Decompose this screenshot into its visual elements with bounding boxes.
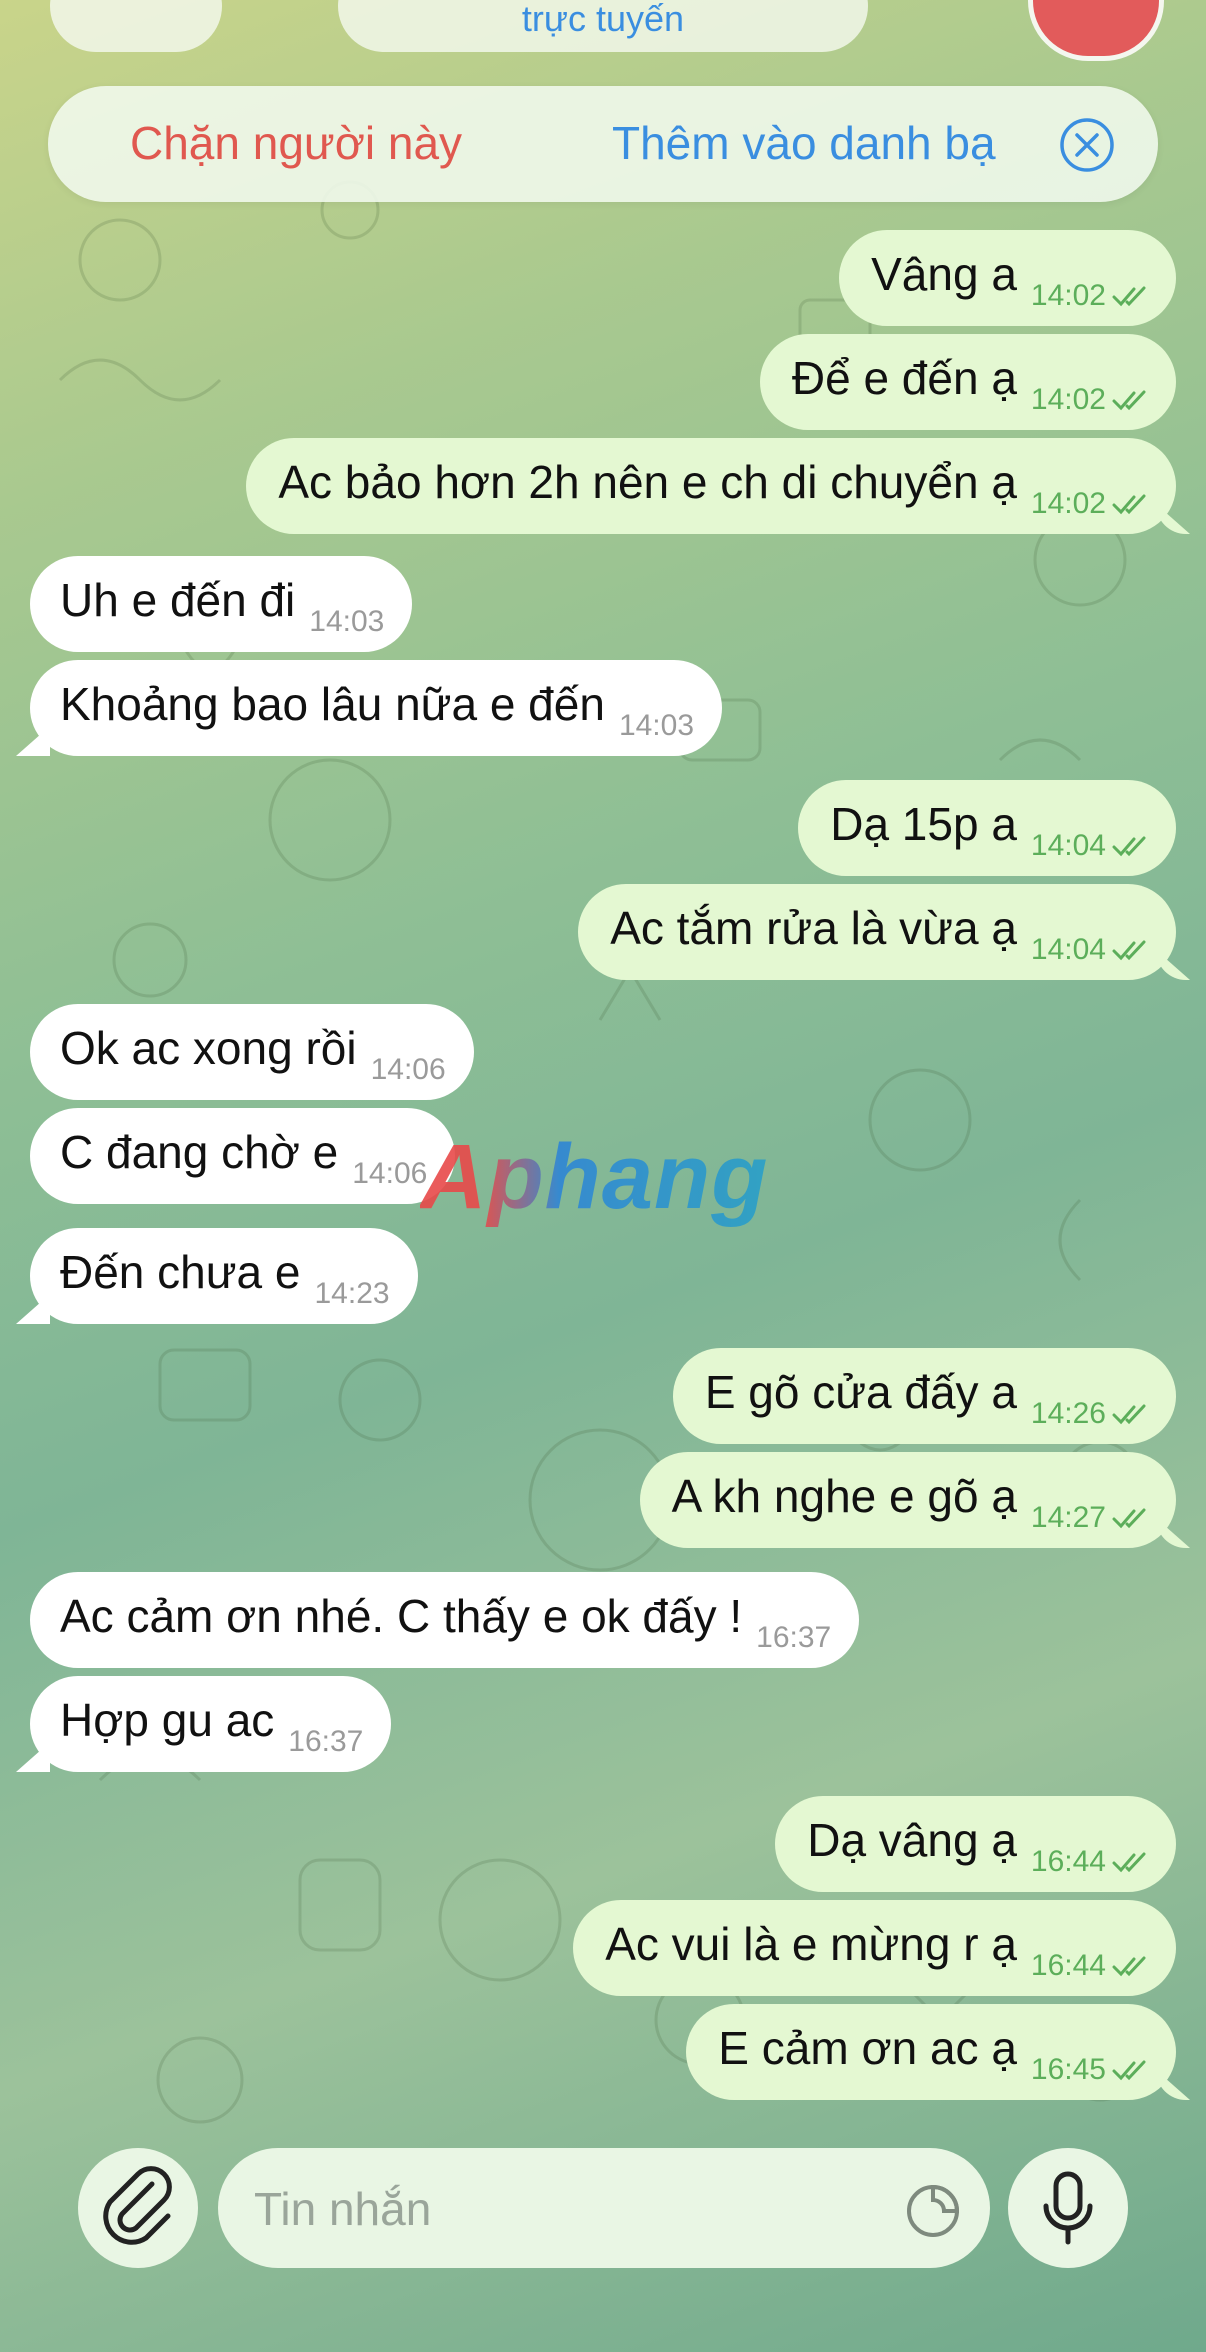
chat-title-area[interactable]: trực tuyến: [338, 0, 868, 52]
message-text: Để e đến ạ: [791, 352, 1017, 404]
message-input-placeholder: Tin nhắn: [254, 2183, 432, 2235]
incoming-message[interactable]: Khoảng bao lâu nữa e đến 14:03: [30, 660, 723, 756]
status-text: trực tuyến: [521, 0, 685, 39]
message-text: Dạ 15p a: [830, 798, 1017, 850]
outgoing-message[interactable]: Ac vui là e mừng r ạ 16:44: [573, 1900, 1176, 1996]
double-check-icon: [1112, 1404, 1146, 1425]
outgoing-message[interactable]: A kh nghe e gõ ạ 14:27: [639, 1452, 1176, 1548]
message-time: 16:45: [1030, 2053, 1106, 2086]
incoming-message[interactable]: Đến chưa e 14:23: [30, 1228, 418, 1324]
message-time: 14:03: [618, 709, 695, 742]
message-text: Ac vui là e mừng r ạ: [605, 1918, 1017, 1970]
block-user-button[interactable]: Chặn người này: [130, 116, 462, 170]
incoming-message[interactable]: Ok ac xong rồi 14:06: [30, 1004, 474, 1100]
double-check-icon: [1112, 494, 1146, 515]
double-check-icon: [1112, 1956, 1146, 1977]
paperclip-icon: [103, 2166, 172, 2245]
message-time: 14:04: [1030, 829, 1106, 862]
message-text: C đang chờ e: [60, 1126, 339, 1178]
message-text: Ok ac xong rồi: [60, 1022, 357, 1074]
incoming-message[interactable]: C đang chờ e 14:06: [30, 1108, 456, 1204]
watermark-logo: Aphang: [420, 1126, 769, 1228]
message-time: 14:02: [1030, 279, 1106, 312]
close-icon[interactable]: [1058, 116, 1116, 174]
message-text: Dạ vâng ạ: [807, 1814, 1017, 1866]
message-time: 14:27: [1030, 1501, 1106, 1534]
message-text: E gõ cửa đấy a: [704, 1366, 1017, 1418]
incoming-message[interactable]: Ac cảm ơn nhé. C thấy e ok đấy ! 16:37: [30, 1572, 860, 1668]
outgoing-message[interactable]: Dạ 15p a 14:04: [798, 780, 1176, 876]
outgoing-message[interactable]: E gõ cửa đấy a 14:26: [672, 1348, 1176, 1444]
double-check-icon: [1112, 940, 1146, 961]
message-text: Vâng a: [871, 248, 1017, 300]
outgoing-message[interactable]: Dạ vâng ạ 16:44: [775, 1796, 1176, 1892]
message-text: A kh nghe e gõ ạ: [671, 1470, 1017, 1522]
outgoing-message[interactable]: Ac tắm rửa là vừa ạ 14:04: [578, 884, 1176, 980]
message-text: Khoảng bao lâu nữa e đến: [60, 678, 605, 730]
message-time: 14:23: [314, 1277, 390, 1310]
outgoing-message[interactable]: Để e đến ạ 14:02: [759, 334, 1176, 430]
message-text: Hợp gu ac: [60, 1694, 275, 1746]
message-text: Uh e đến đi: [60, 574, 296, 626]
message-text: Ac cảm ơn nhé. C thấy e ok đấy !: [60, 1590, 743, 1642]
outgoing-message[interactable]: Ac bảo hơn 2h nên e ch di chuyển ạ 14:02: [246, 438, 1176, 534]
message-time: 14:02: [1030, 383, 1106, 416]
message-time: 14:26: [1030, 1397, 1106, 1430]
message-time: 14:04: [1030, 933, 1106, 966]
message-time: 14:06: [352, 1157, 428, 1190]
double-check-icon: [1112, 1508, 1146, 1529]
incoming-message[interactable]: Uh e đến đi 14:03: [30, 556, 413, 652]
message-text: Ac bảo hơn 2h nên e ch di chuyển ạ: [278, 456, 1017, 508]
microphone-button[interactable]: [1008, 2148, 1128, 2268]
attach-button[interactable]: [78, 2148, 198, 2268]
message-text: E cảm ơn ac ạ: [718, 2022, 1017, 2074]
message-time: 16:44: [1030, 1845, 1106, 1878]
message-input[interactable]: Tin nhắn: [218, 2148, 990, 2268]
message-time: 14:03: [309, 605, 385, 638]
message-text: Ac tắm rửa là vừa ạ: [610, 902, 1017, 954]
message-text: Đến chưa e: [60, 1246, 301, 1298]
message-time: 16:44: [1030, 1949, 1106, 1982]
double-check-icon: [1112, 390, 1146, 411]
add-to-contacts-button[interactable]: Thêm vào danh bạ: [612, 116, 996, 170]
back-button[interactable]: [50, 0, 222, 52]
outgoing-message[interactable]: E cảm ơn ac ạ 16:45: [686, 2004, 1176, 2100]
contact-action-banner: Chặn người này Thêm vào danh bạ: [48, 86, 1158, 202]
avatar[interactable]: [1028, 0, 1164, 61]
message-time: 16:37: [756, 1621, 832, 1654]
message-time: 14:06: [370, 1053, 446, 1086]
incoming-message[interactable]: Hợp gu ac 16:37: [30, 1676, 392, 1772]
microphone-icon: [1043, 2171, 1093, 2245]
message-time: 14:02: [1030, 487, 1106, 520]
double-check-icon: [1112, 286, 1146, 307]
double-check-icon: [1112, 1852, 1146, 1873]
outgoing-message[interactable]: Vâng a 14:02: [839, 230, 1176, 326]
double-check-icon: [1112, 2060, 1146, 2081]
double-check-icon: [1112, 836, 1146, 857]
sticker-icon[interactable]: [904, 2182, 962, 2240]
message-time: 16:37: [288, 1725, 364, 1758]
